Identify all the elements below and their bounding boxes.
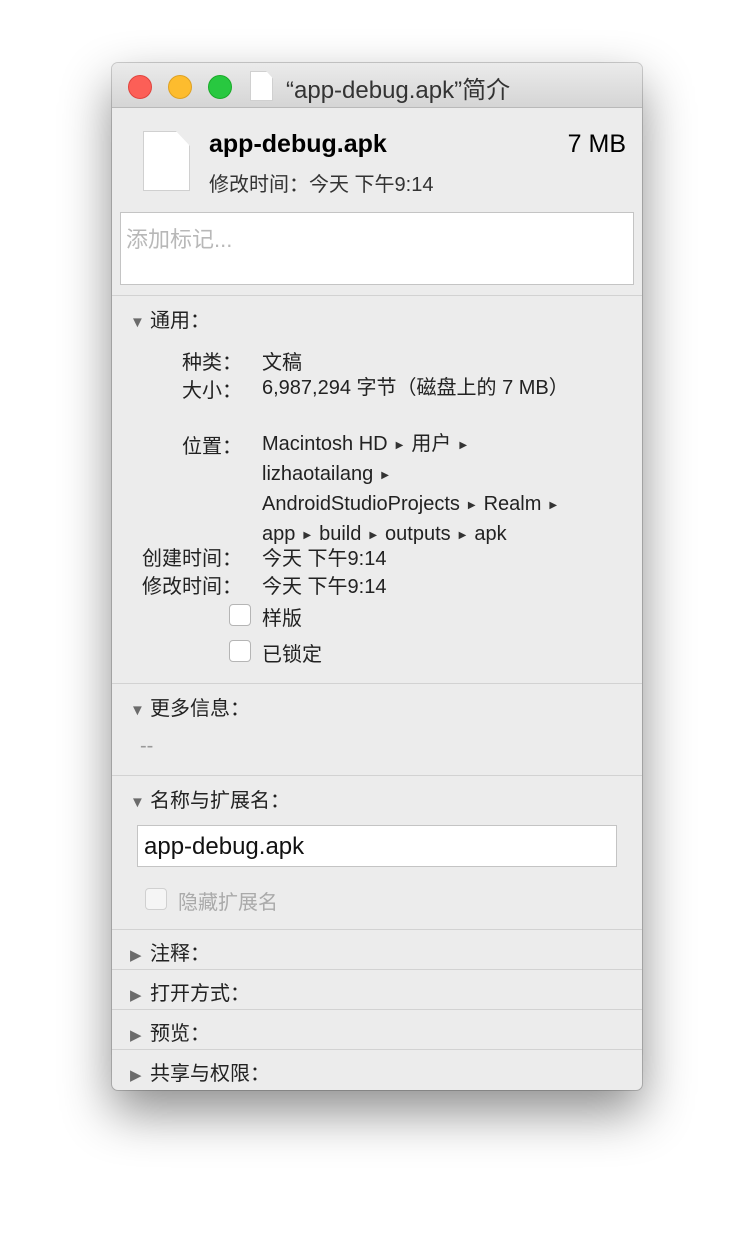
- window-title: “app-debug.apk”简介: [286, 70, 510, 105]
- modified-summary: 修改时间：今天 下午9:14: [209, 168, 433, 197]
- tags-placeholder: 添加标记...: [126, 222, 232, 254]
- disclosure-closed-icon: ▶: [130, 1066, 150, 1084]
- divider: [112, 929, 642, 930]
- disclosure-closed-icon: ▶: [130, 1026, 150, 1044]
- size-value: 6,987,294 字节（磁盘上的 7 MB）: [262, 374, 562, 402]
- section-comments-heading: 注释：: [150, 943, 210, 965]
- hide-extension-checkbox[interactable]: [145, 888, 167, 910]
- where-label: 位置：: [182, 430, 242, 459]
- path-segment: 用户: [411, 433, 451, 455]
- section-name-ext-heading: 名称与扩展名：: [150, 790, 290, 812]
- stationery-checkbox[interactable]: [229, 604, 251, 626]
- path-arrow-icon: ▶: [303, 530, 311, 541]
- divider: [112, 775, 642, 776]
- path-arrow-icon: ▶: [396, 440, 404, 451]
- close-button[interactable]: [128, 75, 152, 99]
- title-bar[interactable]: “app-debug.apk”简介: [112, 63, 642, 108]
- kind-label: 种类：: [182, 346, 242, 375]
- minimize-button[interactable]: [168, 75, 192, 99]
- path-arrow-icon: ▶: [369, 530, 377, 541]
- path-segment: Realm: [484, 493, 542, 515]
- created-value: 今天 下午9:14: [262, 542, 386, 571]
- divider: [112, 295, 642, 296]
- path-segment: AndroidStudioProjects: [262, 493, 460, 515]
- disclosure-closed-icon: ▶: [130, 986, 150, 1004]
- path-arrow-icon: ▶: [381, 470, 389, 481]
- section-open-with-toggle[interactable]: ▶打开方式：: [130, 977, 250, 1006]
- path-arrow-icon: ▶: [459, 530, 467, 541]
- section-more-info-toggle[interactable]: ▼更多信息：: [130, 692, 250, 721]
- file-name: app-debug.apk: [209, 130, 387, 159]
- section-sharing-toggle[interactable]: ▶共享与权限：: [130, 1057, 270, 1086]
- name-extension-input[interactable]: app-debug.apk: [137, 825, 617, 867]
- section-comments-toggle[interactable]: ▶注释：: [130, 937, 210, 966]
- path-arrow-icon: ▶: [459, 440, 467, 451]
- disclosure-open-icon: ▼: [130, 794, 150, 811]
- section-name-ext-toggle[interactable]: ▼名称与扩展名：: [130, 784, 290, 813]
- section-general-heading: 通用：: [150, 310, 210, 332]
- section-general-toggle[interactable]: ▼通用：: [130, 304, 210, 333]
- modified-label: 修改时间：: [142, 570, 242, 599]
- name-extension-value: app-debug.apk: [144, 833, 304, 861]
- path-arrow-icon: ▶: [468, 500, 476, 511]
- section-sharing-heading: 共享与权限：: [150, 1063, 270, 1085]
- stationery-label: 样版: [262, 602, 302, 631]
- path-segment: apk: [474, 523, 506, 545]
- path-segment: Macintosh HD: [262, 433, 388, 455]
- kind-value: 文稿: [262, 346, 302, 375]
- file-size: 7 MB: [568, 130, 626, 159]
- disclosure-closed-icon: ▶: [130, 946, 150, 964]
- path-arrow-icon: ▶: [549, 500, 557, 511]
- tags-input[interactable]: 添加标记...: [120, 212, 634, 285]
- divider: [112, 1009, 642, 1010]
- path-segment: lizhaotailang: [262, 463, 373, 485]
- modified-value: 今天 下午9:14: [262, 570, 386, 599]
- disclosure-open-icon: ▼: [130, 314, 150, 331]
- size-label: 大小：: [182, 374, 242, 403]
- section-preview-heading: 预览：: [150, 1023, 210, 1045]
- divider: [112, 1049, 642, 1050]
- locked-checkbox[interactable]: [229, 640, 251, 662]
- section-preview-toggle[interactable]: ▶预览：: [130, 1017, 210, 1046]
- zoom-button[interactable]: [208, 75, 232, 99]
- created-label: 创建时间：: [142, 542, 242, 571]
- section-more-info-heading: 更多信息：: [150, 698, 250, 720]
- hide-extension-label: 隐藏扩展名: [178, 886, 278, 915]
- more-info-value: --: [140, 735, 153, 758]
- divider: [112, 969, 642, 970]
- path-segment: outputs: [385, 523, 451, 545]
- file-icon: [143, 131, 190, 191]
- locked-label: 已锁定: [262, 638, 322, 667]
- path-value: Macintosh HD ▶ 用户 ▶ lizhaotailang ▶ AndroidS…: [262, 430, 565, 550]
- divider: [112, 683, 642, 684]
- info-window: “app-debug.apk”简介 app-debug.apk 7 MB 修改时…: [112, 63, 642, 1090]
- document-proxy-icon[interactable]: [250, 71, 273, 101]
- disclosure-open-icon: ▼: [130, 702, 150, 719]
- section-open-with-heading: 打开方式：: [150, 983, 250, 1005]
